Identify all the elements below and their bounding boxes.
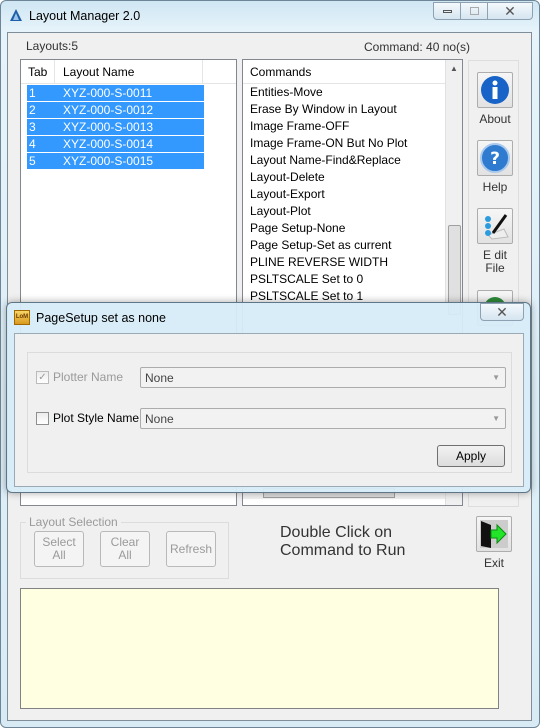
about-label: About [479,112,511,126]
command-item[interactable]: Page Setup-Set as current [250,238,391,252]
command-item[interactable]: Layout-Export [250,187,325,201]
exit-label: Exit [483,556,504,570]
close-icon: ✕ [496,303,508,320]
command-count: Command: 40 no(s) [364,40,471,54]
command-item[interactable]: Image Frame-ON But No Plot [250,136,407,150]
hint-text: Double Click on Command to Run [280,524,406,559]
table-row[interactable]: 5 XYZ-000-S-0015 [27,153,204,169]
layouts-count: Layouts:5 [26,39,79,53]
command-item[interactable]: PSLTSCALE Set to 0 [250,272,363,286]
minimize-button[interactable] [433,2,461,20]
pagesetup-dialog: LoM PageSetup set as none ✕ ✓ Plotter Na… [6,302,531,493]
plot-style-name-checkbox[interactable] [36,412,49,425]
plotter-name-select[interactable]: None ▼ [140,367,506,388]
dialog-title: PageSetup set as none [36,311,166,325]
chevron-down-icon: ▼ [492,414,500,423]
minimize-icon [442,9,452,13]
table-row[interactable]: 3 XYZ-000-S-0013 [27,119,204,135]
dialog-close-button[interactable]: ✕ [480,303,524,321]
help-button[interactable]: ? [477,140,513,176]
command-item[interactable]: Layout Name-Find&Replace [250,153,401,167]
table-row[interactable]: 1 XYZ-000-S-0011 [27,85,204,101]
command-item[interactable]: Erase By Window in Layout [250,102,397,116]
column-layout-name[interactable]: Layout Name [55,59,203,84]
maximize-button[interactable] [460,2,488,20]
apply-button[interactable]: Apply [437,445,505,467]
column-tab[interactable]: Tab [21,59,55,84]
command-item[interactable]: PSLTSCALE Set to 1 [250,289,363,303]
command-list-header: Commands [243,60,445,84]
help-label: Help [482,180,508,194]
plot-style-name-select[interactable]: None ▼ [140,408,506,429]
table-row[interactable]: 4 XYZ-000-S-0014 [27,136,204,152]
window-title: Layout Manager 2.0 [29,9,141,23]
exit-button[interactable] [476,516,512,552]
chevron-down-icon: ▼ [492,373,500,382]
plotter-name-label: Plotter Name [53,370,124,384]
layout-list-header: Tab Layout Name [21,59,236,84]
edit-file-label: E dit File [482,248,507,275]
dialog-body: ✓ Plotter Name None ▼ Plot Style Name Non… [14,333,524,487]
command-item[interactable]: Layout-Delete [250,170,325,184]
close-button[interactable]: ✕ [487,2,533,20]
command-item[interactable]: Page Setup-None [250,221,345,235]
plot-style-name-label: Plot Style Name [53,411,140,425]
table-row[interactable]: 2 XYZ-000-S-0012 [27,102,204,118]
select-all-button[interactable]: Select All [34,531,84,567]
close-icon: ✕ [504,2,516,19]
command-item[interactable]: Layout-Plot [250,204,311,218]
plotter-name-checkbox[interactable]: ✓ [36,371,49,384]
command-item[interactable]: Entities-Move [250,85,323,99]
edit-file-icon [485,214,509,240]
refresh-button[interactable]: Refresh [166,531,216,567]
command-item[interactable]: Image Frame-OFF [250,119,349,133]
dialog-app-icon: LoM [14,310,30,325]
command-item[interactable]: PLINE REVERSE WIDTH [250,255,388,269]
about-button[interactable] [477,72,513,108]
clear-all-button[interactable]: Clear All [100,531,150,567]
help-icon: ? [480,143,510,173]
svg-text:?: ? [490,149,500,169]
exit-icon [480,520,508,548]
scroll-up-icon[interactable]: ▲ [446,60,462,73]
app-logo-icon [10,9,22,21]
maximize-icon [469,7,479,15]
output-area[interactable] [20,588,499,709]
edit-file-button[interactable] [477,208,513,244]
layout-selection-title: Layout Selection [26,515,121,529]
info-icon [481,76,509,104]
